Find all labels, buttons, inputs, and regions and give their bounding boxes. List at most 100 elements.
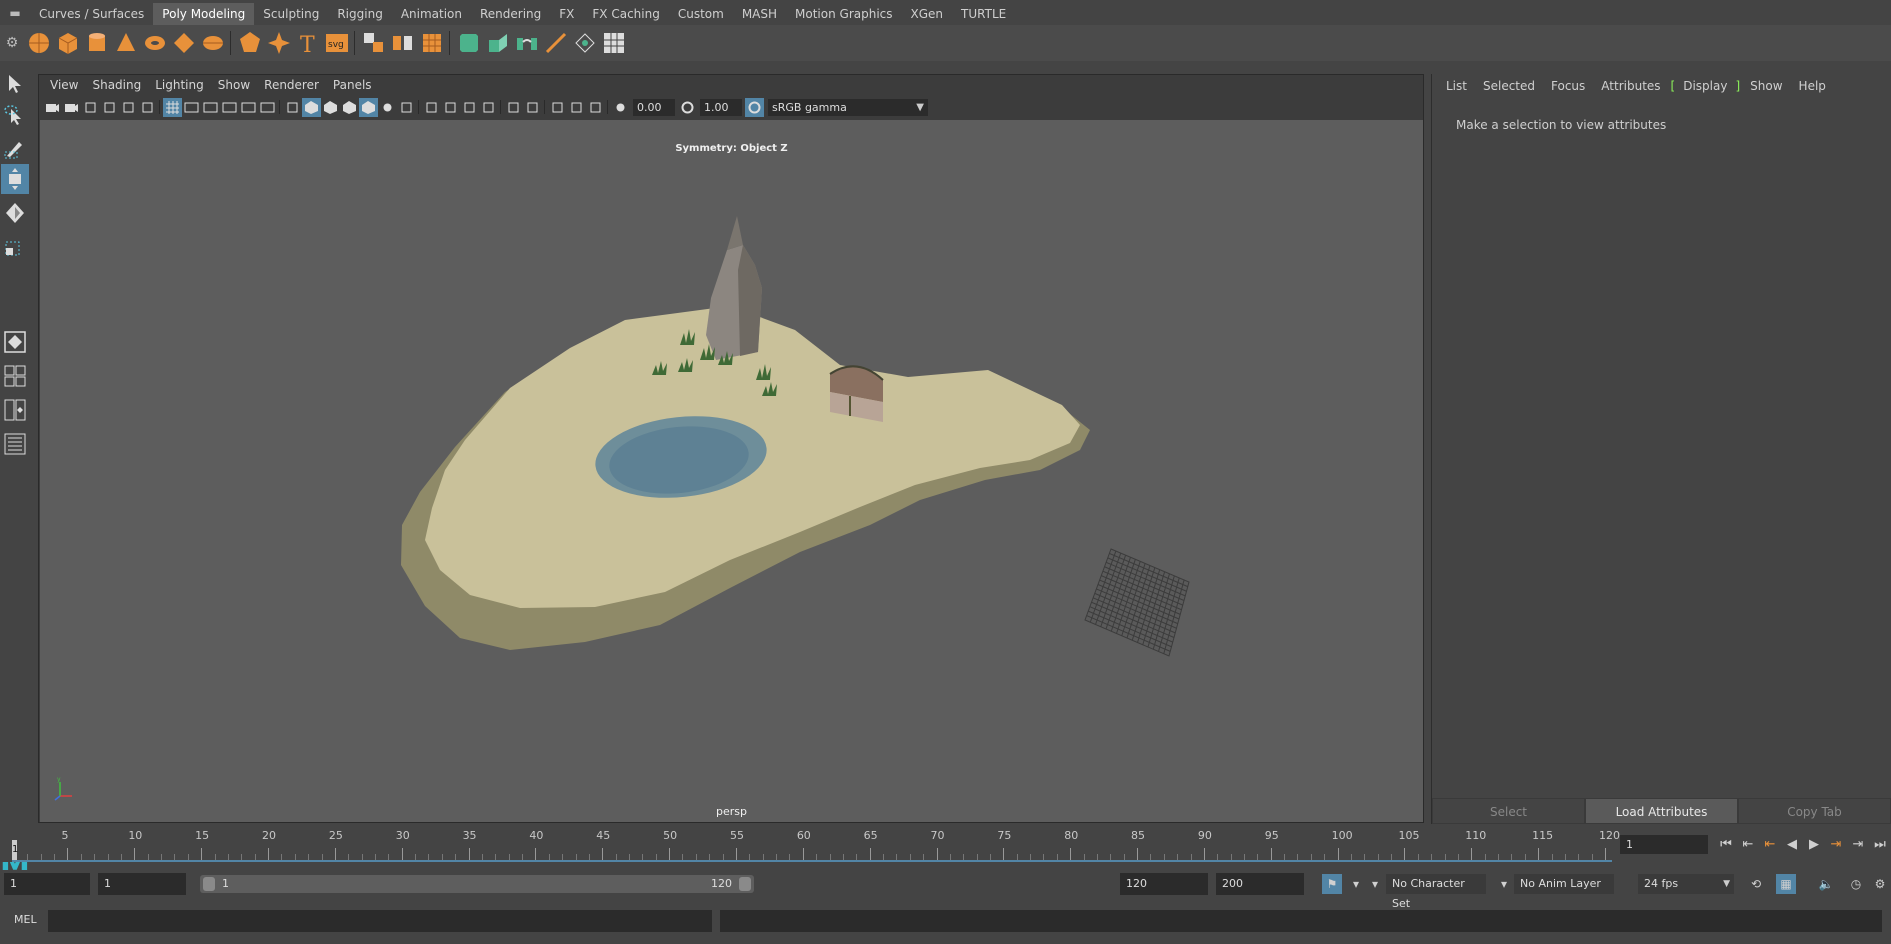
poly-cylinder-icon[interactable] (82, 28, 111, 58)
target-weld-icon[interactable] (570, 28, 599, 58)
perspective-viewport[interactable]: Symmetry: Object Z persp y (40, 120, 1423, 822)
step-back-key-icon[interactable]: ⇤ (1737, 837, 1759, 852)
key-preferences-icon[interactable]: ▾ (1346, 874, 1366, 894)
viewport-menu-lighting[interactable]: Lighting (148, 78, 211, 92)
xray-icon[interactable] (523, 98, 542, 117)
scene-3d-view[interactable] (40, 120, 1423, 822)
select-tool-icon[interactable] (1, 69, 29, 99)
settings-icon[interactable]: ⚙ (1870, 874, 1890, 894)
current-time-marker[interactable]: 1 (12, 840, 18, 860)
time-editor-icon[interactable]: ◷ (1846, 874, 1866, 894)
loop-icon[interactable]: ⟲ (1746, 874, 1766, 894)
shelf-tab[interactable]: FX (550, 3, 583, 25)
bookmarks-icon[interactable] (81, 98, 100, 117)
2d-pan-zoom-icon[interactable] (119, 98, 138, 117)
command-input-field[interactable] (48, 910, 712, 932)
attr-menu-show[interactable]: Show (1742, 79, 1790, 93)
auto-key-icon[interactable]: ⚑ (1322, 874, 1342, 894)
range-end-handle[interactable] (739, 877, 751, 891)
film-gate-icon[interactable] (182, 98, 201, 117)
step-back-frame-icon[interactable]: ⇤ (1759, 837, 1781, 852)
exposure-field[interactable]: 0.00 (633, 98, 675, 116)
animation-end-field[interactable]: 200 (1216, 873, 1304, 895)
wireframe-on-shaded-icon[interactable] (340, 98, 359, 117)
command-language-label[interactable]: MEL (14, 913, 37, 926)
xray-joints-icon[interactable] (548, 98, 567, 117)
shelf-tab[interactable]: XGen (902, 3, 953, 25)
viewport-menu-view[interactable]: View (43, 78, 85, 92)
screen-space-ao-icon[interactable] (422, 98, 441, 117)
paint-select-tool-icon[interactable] (1, 133, 29, 163)
shelf-tab[interactable]: Poly Modeling (153, 3, 255, 25)
attr-menu-display[interactable]: [Display] (1669, 79, 1743, 93)
platonic-solid-icon[interactable] (235, 28, 264, 58)
shelf-tab[interactable]: Rendering (471, 3, 550, 25)
grid-icon[interactable] (163, 97, 182, 117)
poly-cube-icon[interactable] (53, 28, 82, 58)
gate-mask-icon[interactable] (220, 98, 239, 117)
poly-disc-icon[interactable] (198, 28, 227, 58)
animation-start-field[interactable]: 1 (4, 873, 90, 895)
scale-tool-icon[interactable] (1, 231, 29, 261)
four-view-layout-icon[interactable] (1, 361, 29, 391)
shadows-icon[interactable] (397, 98, 416, 117)
viewport-menu-show[interactable]: Show (211, 78, 257, 92)
anti-aliasing-icon[interactable] (460, 98, 479, 117)
shelf-tab[interactable]: Custom (669, 3, 733, 25)
time-slider[interactable]: 5 10 15 20 25 30 35 40 45 50 55 60 65 70 75 80 85 90 95 100… (0, 826, 1620, 862)
gamma-field[interactable]: 1.00 (700, 98, 742, 116)
default-material-icon[interactable] (321, 98, 340, 117)
shelf-tab[interactable]: Motion Graphics (786, 3, 902, 25)
textured-icon[interactable] (359, 97, 378, 117)
shelf-tab[interactable]: MASH (733, 3, 786, 25)
anim-layer-arrow-icon[interactable]: ▾ (1494, 874, 1514, 894)
attr-menu-selected[interactable]: Selected (1475, 79, 1543, 93)
image-plane-icon[interactable] (100, 98, 119, 117)
shelf-tab[interactable]: FX Caching (583, 3, 668, 25)
move-tool-icon[interactable] (1, 164, 29, 194)
select-button[interactable]: Select (1432, 798, 1585, 824)
exposure-icon[interactable] (611, 98, 630, 117)
go-to-start-icon[interactable]: ⏮ (1715, 837, 1737, 852)
use-all-lights-icon[interactable] (378, 98, 397, 117)
poly-cone-icon[interactable] (111, 28, 140, 58)
step-forward-key-icon[interactable]: ⇥ (1847, 837, 1869, 852)
load-attributes-button[interactable]: Load Attributes (1585, 798, 1738, 824)
attr-menu-attributes[interactable]: Attributes (1593, 79, 1668, 93)
poly-sphere-icon[interactable] (24, 28, 53, 58)
xray-active-components-icon[interactable] (567, 98, 586, 117)
lasso-tool-icon[interactable] (1, 101, 29, 131)
grease-pencil-icon[interactable] (138, 98, 157, 117)
multi-cut-icon[interactable] (541, 28, 570, 58)
shelf-tab[interactable]: Rigging (328, 3, 391, 25)
outliner-layout-icon[interactable] (1, 429, 29, 459)
wireframe-icon[interactable] (283, 98, 302, 117)
poly-torus-icon[interactable] (140, 28, 169, 58)
extrude-icon[interactable] (483, 28, 512, 58)
rotate-tool-icon[interactable] (1, 198, 29, 228)
viewport-menu-panels[interactable]: Panels (326, 78, 379, 92)
character-set-dropdown[interactable]: No Character Set (1386, 874, 1486, 910)
shelf-menu-grip-icon[interactable]: ▬ (0, 0, 30, 25)
shelf-tab[interactable]: Curves / Surfaces (30, 3, 153, 25)
shelf-tab[interactable]: Animation (392, 3, 471, 25)
smooth-shade-icon[interactable] (302, 97, 321, 117)
attr-menu-list[interactable]: List (1438, 79, 1475, 93)
range-slider[interactable]: 1 120 (200, 875, 754, 893)
shelf-settings-gear-icon[interactable]: ⚙ (0, 35, 24, 51)
field-chart-icon[interactable] (239, 98, 258, 117)
attr-menu-focus[interactable]: Focus (1543, 79, 1593, 93)
resolution-gate-icon[interactable] (201, 98, 220, 117)
smooth-icon[interactable] (417, 28, 446, 58)
shelf-tab[interactable]: Sculpting (254, 3, 328, 25)
color-management-icon[interactable] (745, 97, 764, 117)
copy-tab-button[interactable]: Copy Tab (1738, 798, 1891, 824)
color-space-dropdown[interactable]: sRGB gamma ▼ (768, 98, 928, 116)
attr-menu-help[interactable]: Help (1791, 79, 1834, 93)
bevel-icon[interactable] (454, 28, 483, 58)
select-camera-icon[interactable] (43, 98, 62, 117)
gamma-icon[interactable] (678, 98, 697, 117)
step-forward-frame-icon[interactable]: ⇥ (1825, 837, 1847, 852)
character-set-arrow-icon[interactable]: ▾ (1365, 874, 1385, 894)
combine-icon[interactable] (359, 28, 388, 58)
